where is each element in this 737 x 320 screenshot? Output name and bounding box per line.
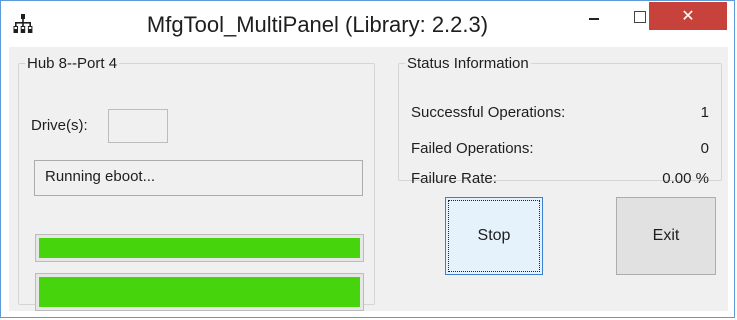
progress-fill-1 (39, 238, 360, 258)
maximize-icon (634, 11, 646, 23)
close-button[interactable]: ✕ (649, 2, 727, 30)
stop-button[interactable]: Stop (445, 197, 543, 275)
failed-operations-value: 0 (700, 140, 709, 157)
exit-button-label: Exit (652, 227, 680, 244)
successful-operations-label: Successful Operations: (411, 104, 566, 121)
title-bar[interactable]: MfgTool_MultiPanel (Library: 2.2.3) ✕ (1, 1, 734, 47)
exit-button[interactable]: Exit (616, 197, 716, 275)
hub-port-panel: Hub 8--Port 4 Drive(s): Running eboot... (18, 55, 375, 311)
failure-rate-label: Failure Rate: (411, 170, 497, 187)
status-information-legend: Status Information (407, 55, 529, 72)
focus-ring (448, 200, 540, 272)
operation-status-text: Running eboot... (34, 160, 363, 196)
drive-field (108, 109, 168, 143)
mfgtool-window: MfgTool_MultiPanel (Library: 2.2.3) ✕ Hu… (0, 0, 735, 318)
minimize-icon (589, 18, 599, 20)
successful-operations-value: 1 (700, 104, 709, 121)
minimize-button[interactable] (571, 1, 617, 31)
close-icon: ✕ (681, 8, 695, 25)
progress-fill-2 (39, 277, 360, 307)
failed-operations-label: Failed Operations: (411, 140, 534, 157)
drive-label: Drive(s): (31, 117, 88, 134)
status-information-panel: Status Information Successful Operations… (398, 55, 722, 187)
progress-bar-2 (35, 273, 364, 311)
progress-bar-1 (35, 234, 364, 262)
failure-rate-value: 0.00 % (662, 170, 709, 187)
hub-port-legend: Hub 8--Port 4 (27, 55, 118, 72)
client-area: Hub 8--Port 4 Drive(s): Running eboot...… (9, 47, 728, 311)
